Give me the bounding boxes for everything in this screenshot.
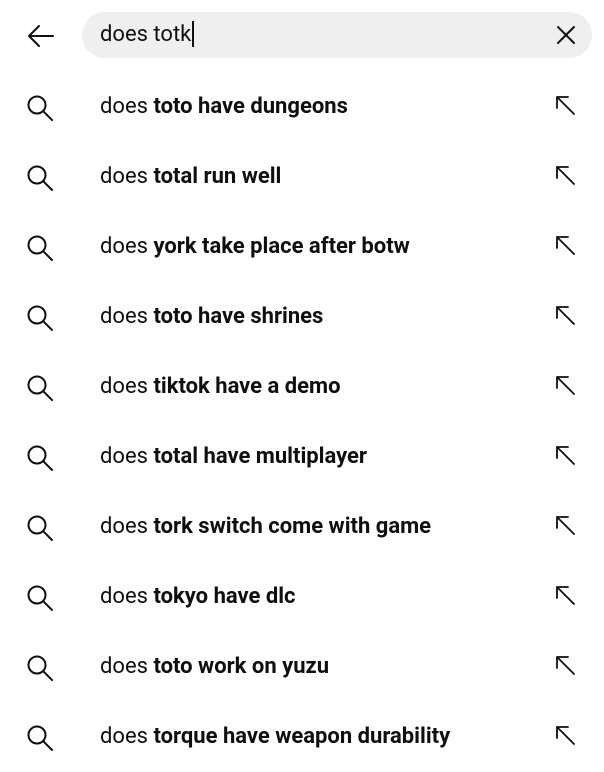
suggestion-row[interactable]: does total have multiplayer [0, 422, 604, 492]
suggestion-row[interactable]: does york take place after botw [0, 212, 604, 282]
fill-query-button[interactable] [549, 159, 581, 191]
suggestion-text: does york take place after botw [100, 234, 410, 259]
search-icon [27, 375, 53, 401]
search-input-text: does totk [100, 12, 195, 58]
suggestion-text: does tork switch come with game [100, 514, 432, 539]
fill-query-button[interactable] [549, 89, 581, 121]
arrow-up-left-icon [556, 166, 575, 185]
arrow-up-left-icon [556, 446, 575, 465]
search-icon [27, 95, 53, 121]
suggestion-text: does tokyo have dlc [100, 584, 296, 609]
suggestion-text: does toto work on yuzu [100, 654, 330, 679]
suggestion-text: does total run well [100, 164, 282, 189]
suggestion-row[interactable]: does total run well [0, 142, 604, 212]
clear-button[interactable] [552, 21, 580, 49]
suggestion-row[interactable]: does torque have weapon durability [0, 702, 604, 772]
search-icon [27, 445, 53, 471]
arrow-up-left-icon [556, 306, 575, 325]
fill-query-button[interactable] [549, 299, 581, 331]
suggestion-row[interactable]: does toto have dungeons [0, 72, 604, 142]
text-caret [192, 20, 195, 47]
fill-query-button[interactable] [549, 719, 581, 751]
arrow-up-left-icon [556, 376, 575, 395]
arrow-up-left-icon [556, 96, 575, 115]
back-button[interactable] [18, 16, 64, 56]
search-icon [27, 585, 53, 611]
fill-query-button[interactable] [549, 649, 581, 681]
fill-query-button[interactable] [549, 369, 581, 401]
fill-query-button[interactable] [549, 229, 581, 261]
suggestion-text: does toto have dungeons [100, 94, 348, 119]
search-header: does totk [0, 0, 604, 70]
suggestion-text: does total have multiplayer [100, 444, 367, 469]
suggestion-text: does tiktok have a demo [100, 374, 341, 399]
search-icon [27, 655, 53, 681]
search-icon [27, 515, 53, 541]
suggestion-row[interactable]: does toto work on yuzu [0, 632, 604, 702]
search-icon [27, 305, 53, 331]
close-icon [557, 26, 575, 44]
suggestion-text: does toto have shrines [100, 304, 324, 329]
suggestion-row[interactable]: does tokyo have dlc [0, 562, 604, 632]
arrow-up-left-icon [556, 236, 575, 255]
arrow-up-left-icon [556, 516, 575, 535]
fill-query-button[interactable] [549, 579, 581, 611]
fill-query-button[interactable] [549, 439, 581, 471]
suggestion-row[interactable]: does tork switch come with game [0, 492, 604, 562]
arrow-up-left-icon [556, 656, 575, 675]
search-icon [27, 235, 53, 261]
arrow-up-left-icon [556, 586, 575, 605]
search-icon [27, 165, 53, 191]
arrow-left-icon [28, 25, 54, 47]
suggestion-row[interactable]: does tiktok have a demo [0, 352, 604, 422]
search-input[interactable]: does totk [82, 12, 592, 58]
suggestion-text: does torque have weapon durability [100, 724, 451, 749]
arrow-up-left-icon [556, 726, 575, 745]
search-icon [27, 725, 53, 751]
fill-query-button[interactable] [549, 509, 581, 541]
suggestion-row[interactable]: does toto have shrines [0, 282, 604, 352]
